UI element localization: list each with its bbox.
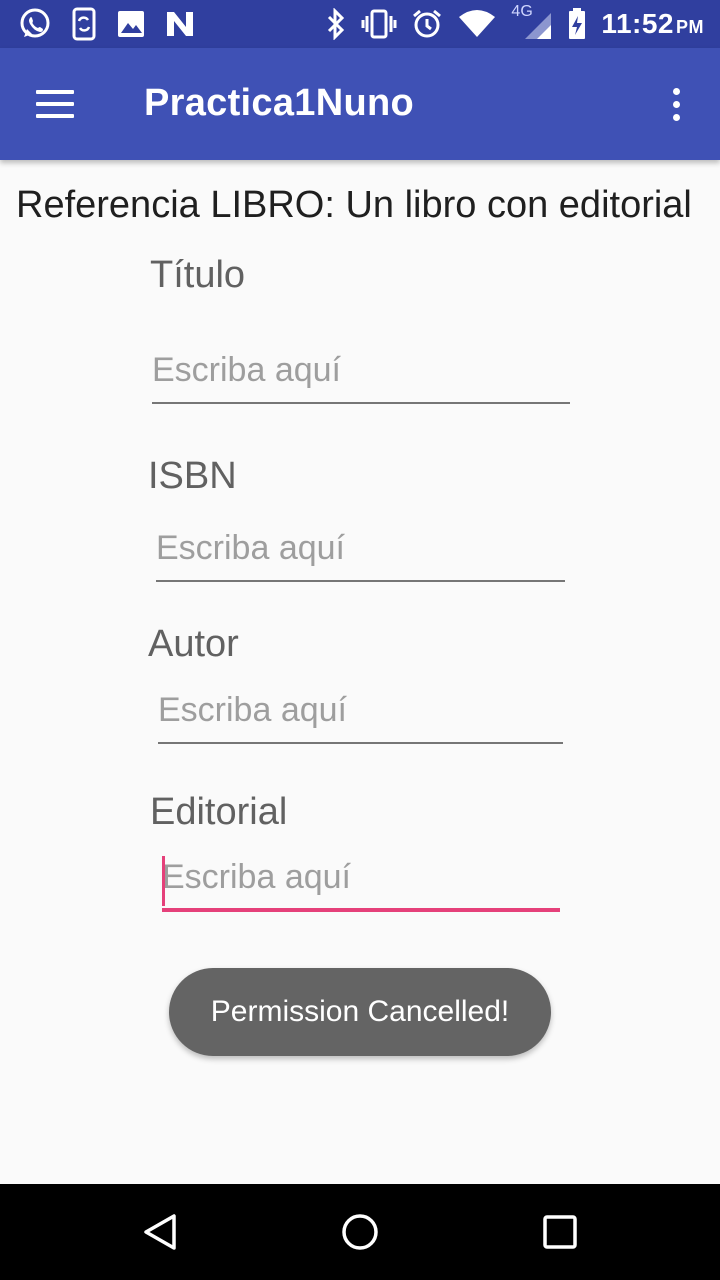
app-title: Practica1Nuno — [144, 82, 414, 124]
gallery-icon — [116, 9, 146, 39]
isbn-label: ISBN — [148, 455, 237, 497]
status-ampm: PM — [676, 17, 704, 37]
back-icon[interactable] — [138, 1210, 182, 1254]
alarm-icon — [411, 8, 443, 40]
text-cursor — [162, 856, 165, 906]
bluetooth-icon — [325, 8, 347, 40]
isbn-input[interactable] — [156, 522, 565, 582]
n-app-icon — [164, 9, 196, 39]
hamburger-menu-icon[interactable] — [36, 88, 76, 120]
titulo-input[interactable] — [152, 344, 570, 404]
overflow-menu-icon[interactable] — [660, 84, 692, 124]
app-bar: Practica1Nuno — [0, 48, 720, 160]
toast-message: Permission Cancelled! — [169, 968, 551, 1056]
battery-charging-icon — [567, 8, 587, 40]
navigation-bar — [0, 1184, 720, 1280]
editorial-label: Editorial — [150, 791, 288, 833]
autor-label: Autor — [148, 623, 239, 665]
titulo-label: Título — [150, 254, 246, 296]
status-bar: 4G 11:52 PM — [0, 0, 720, 48]
status-clock: 11:52 PM — [601, 8, 704, 40]
vibrate-icon — [361, 9, 397, 39]
recents-icon[interactable] — [538, 1210, 582, 1254]
editorial-input[interactable] — [162, 852, 560, 912]
phone-sync-icon — [70, 7, 98, 41]
autor-input[interactable] — [158, 684, 563, 744]
home-icon[interactable] — [338, 1210, 382, 1254]
wifi-icon — [457, 9, 497, 39]
status-time: 11:52 — [601, 8, 674, 39]
signal-icon: 4G — [511, 3, 553, 41]
whatsapp-icon — [18, 7, 52, 41]
page-heading: Referencia LIBRO: Un libro con editorial — [16, 184, 692, 226]
